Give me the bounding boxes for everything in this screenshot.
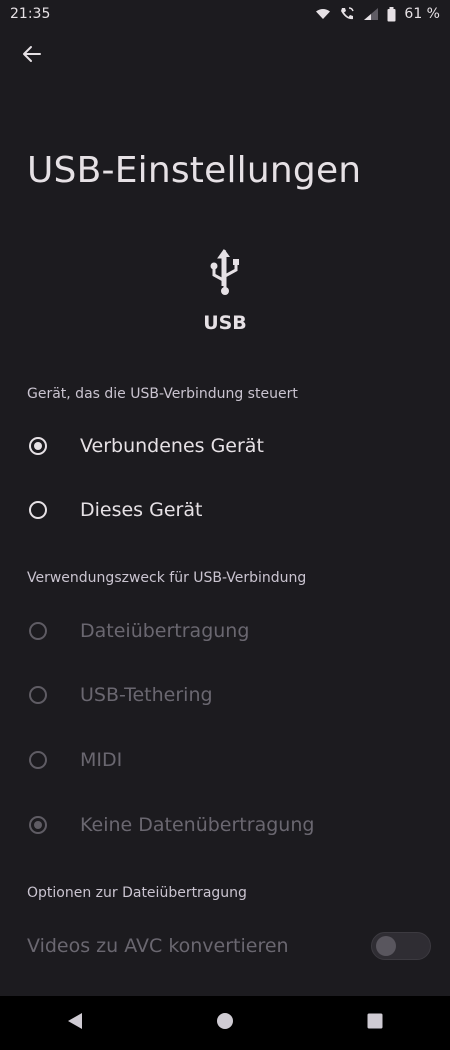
option-connected-device[interactable]: Verbundenes Gerät [0, 416, 450, 476]
toggle-knob [376, 936, 396, 956]
status-bar: 21:35 61 % [0, 0, 450, 28]
usb-label: USB [203, 312, 247, 334]
avc-toggle-switch[interactable] [371, 932, 431, 960]
nav-recents-button[interactable] [355, 1003, 395, 1043]
option-label: Dateiübertragung [80, 620, 250, 642]
option-midi[interactable]: MIDI [0, 730, 450, 790]
radio-usb-tethering[interactable] [29, 686, 47, 704]
radio-midi[interactable] [29, 751, 47, 769]
radio-connected-device[interactable] [29, 437, 47, 455]
phone-wifi-icon [339, 6, 355, 22]
triangle-back-icon [67, 1012, 83, 1034]
option-label: Keine Datenübertragung [80, 814, 315, 836]
nav-home-button[interactable] [205, 1003, 245, 1043]
toggle-row-avc[interactable]: Videos zu AVC konvertieren [0, 922, 450, 970]
option-this-device[interactable]: Dieses Gerät [0, 480, 450, 540]
navigation-bar [0, 996, 450, 1050]
page-title: USB-Einstellungen [27, 150, 362, 191]
option-label: MIDI [80, 749, 123, 771]
radio-no-data-transfer[interactable] [29, 816, 47, 834]
usb-icon [207, 248, 243, 302]
section-header-file-options: Optionen zur Dateiübertragung [27, 885, 247, 901]
circle-home-icon [216, 1012, 234, 1034]
square-recents-icon [367, 1013, 383, 1033]
battery-percent: 61 % [404, 6, 440, 22]
signal-icon [363, 7, 379, 21]
status-icons: 61 % [315, 6, 440, 22]
option-usb-tethering[interactable]: USB-Tethering [0, 665, 450, 725]
section-header-control: Gerät, das die USB-Verbindung steuert [27, 386, 298, 402]
radio-this-device[interactable] [29, 501, 47, 519]
option-label: Dieses Gerät [80, 499, 203, 521]
option-file-transfer[interactable]: Dateiübertragung [0, 601, 450, 661]
option-label: Verbundenes Gerät [80, 435, 264, 457]
nav-back-button[interactable] [55, 1003, 95, 1043]
usb-icon-container [0, 248, 450, 302]
status-time: 21:35 [10, 6, 51, 22]
option-label: USB-Tethering [80, 684, 213, 706]
back-button[interactable] [16, 40, 48, 72]
section-header-purpose: Verwendungszweck für USB-Verbindung [27, 570, 307, 586]
battery-icon [387, 6, 396, 22]
option-no-data-transfer[interactable]: Keine Datenübertragung [0, 795, 450, 855]
arrow-left-icon [22, 44, 42, 68]
radio-file-transfer[interactable] [29, 622, 47, 640]
toggle-label: Videos zu AVC konvertieren [27, 935, 289, 957]
wifi-icon [315, 8, 331, 20]
